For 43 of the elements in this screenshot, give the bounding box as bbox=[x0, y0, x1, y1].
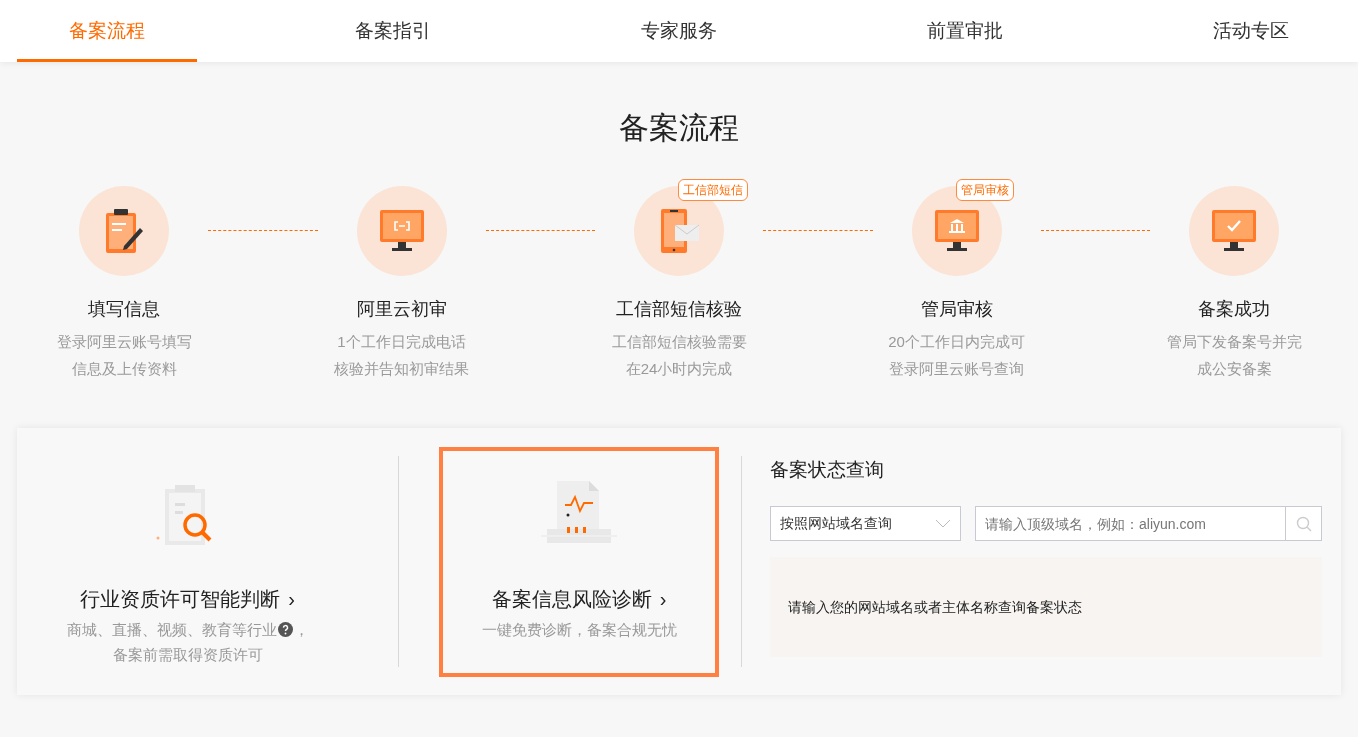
nav-tab[interactable]: 前置审批 bbox=[875, 0, 1055, 62]
tool-description: 一键免费诊断，备案合规无忧 bbox=[481, 619, 677, 640]
step-description: 20个工作日内完成可 bbox=[888, 332, 1025, 352]
step-title: 填写信息 bbox=[88, 298, 160, 321]
tool-description: 商城、直播、视频、教育等行业 bbox=[66, 619, 277, 640]
chevron-icon: › bbox=[288, 584, 295, 613]
step-description: 在24小时内完成 bbox=[625, 359, 733, 379]
tool-card[interactable]: 行业资质许可智能判断 › 商城、直播、视频、教育等行业 ， 备案前需取得资质许可 bbox=[17, 446, 358, 677]
nav-tab[interactable]: 备案指引 bbox=[303, 0, 483, 62]
query-type-dropdown[interactable]: 按照网站域名查询 bbox=[770, 506, 961, 541]
step-description: 登录阿里云账号查询 bbox=[889, 359, 1024, 379]
section-heading: 备案流程 bbox=[619, 110, 739, 146]
step-title: 备案成功 bbox=[1198, 298, 1270, 321]
step-description: 1个工作日完成电话 bbox=[337, 332, 466, 352]
tool-title: 备案信息风险诊断 bbox=[491, 586, 652, 612]
monitor-icon bbox=[378, 209, 425, 253]
step-title: 工信部短信核验 bbox=[616, 298, 742, 321]
chevron-icon: › bbox=[659, 584, 667, 613]
tool-description: 备案前需取得资质许可 bbox=[112, 644, 263, 665]
monitor-bank-icon bbox=[933, 209, 980, 253]
clipboard-pen-icon bbox=[104, 208, 144, 254]
monitor-check-icon bbox=[1211, 209, 1257, 253]
step-description: 工信部短信核验需要 bbox=[611, 332, 747, 352]
tool-description: ， bbox=[293, 619, 309, 640]
step-description: 核验并告知初审结果 bbox=[334, 359, 469, 379]
step-description: 管局下发备案号并完 bbox=[1166, 332, 1302, 352]
search-icon bbox=[1295, 515, 1312, 532]
nav-tab[interactable]: 活动专区 bbox=[1161, 0, 1341, 62]
step-description: 登录阿里云账号填写 bbox=[56, 332, 192, 352]
help-icon[interactable] bbox=[277, 621, 293, 637]
query-title: 备案状态查询 bbox=[770, 458, 885, 482]
chevron-down-icon bbox=[935, 519, 951, 528]
step-title: 阿里云初审 bbox=[356, 298, 447, 321]
step-badge: 工信部短信 bbox=[678, 179, 748, 201]
tool-card[interactable]: 备案信息风险诊断 › 一键免费诊断，备案合规无忧 bbox=[439, 446, 719, 677]
domain-input-field[interactable]: 请输入顶级域名，例如：aliyun.com bbox=[975, 506, 1286, 541]
step-badge: 管局审核 bbox=[955, 179, 1014, 201]
step-description: 信息及上传资料 bbox=[71, 359, 177, 379]
step-description: 成公安备案 bbox=[1196, 359, 1272, 379]
tool-title: 行业资质许可智能判断 bbox=[80, 586, 281, 612]
step-title: 管局审核 bbox=[920, 298, 993, 321]
nav-tab[interactable]: 专家服务 bbox=[589, 0, 769, 62]
result-message: 请输入您的网站域名或者主体名称查询备案状态 bbox=[788, 597, 1082, 617]
